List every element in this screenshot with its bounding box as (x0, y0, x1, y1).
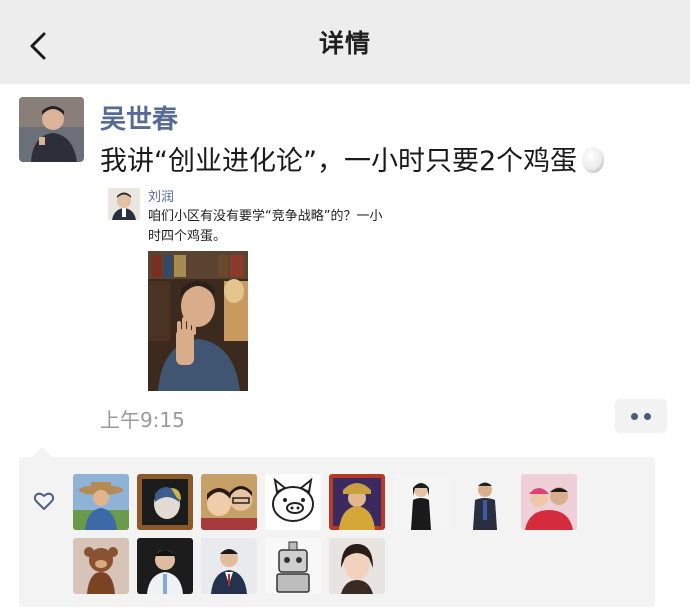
likes-panel (19, 457, 655, 607)
liker-avatar[interactable] (73, 538, 129, 594)
more-actions-button[interactable] (615, 399, 667, 433)
liker-avatar[interactable] (137, 538, 193, 594)
author-name[interactable]: 吴世春 (100, 99, 178, 136)
quote-author-name: 刘润 (148, 190, 175, 205)
liker-avatar[interactable] (265, 538, 321, 594)
author-avatar[interactable] (19, 97, 84, 162)
liker-avatar[interactable] (457, 474, 513, 530)
post-text-content: 我讲“创业进化论”，一小时只要2个鸡蛋 (100, 146, 578, 177)
liker-avatar[interactable] (201, 474, 257, 530)
heart-outline-icon (33, 492, 55, 510)
liker-avatar[interactable] (137, 474, 193, 530)
more-dots-icon (631, 412, 638, 420)
post-text: 我讲“创业进化论”，一小时只要2个鸡蛋 (100, 139, 605, 178)
likes-pointer (32, 447, 52, 457)
top-navigation-bar: 详情 (0, 0, 690, 84)
post-timestamp: 上午9:15 (100, 408, 185, 432)
liker-avatar[interactable] (521, 474, 577, 530)
quote-text: 咱们小区有没有要学“竞争战略”的？一小时四个鸡蛋。 (148, 209, 383, 244)
more-dots-icon (644, 412, 651, 420)
liker-avatar[interactable] (393, 474, 449, 530)
quote-author-avatar (108, 188, 140, 220)
egg-emoji-icon (582, 147, 605, 173)
page-title: 详情 (318, 29, 371, 58)
liker-avatar[interactable] (329, 474, 385, 530)
quoted-post-card[interactable]: 刘润 咱们小区有没有要学“竞争战略”的？一小时四个鸡蛋。 (100, 183, 390, 398)
liker-avatar[interactable] (73, 474, 129, 530)
liker-avatar[interactable] (201, 538, 257, 594)
liker-avatar[interactable] (329, 538, 385, 594)
liker-avatar[interactable] (265, 474, 321, 530)
quote-photo[interactable] (148, 251, 248, 391)
